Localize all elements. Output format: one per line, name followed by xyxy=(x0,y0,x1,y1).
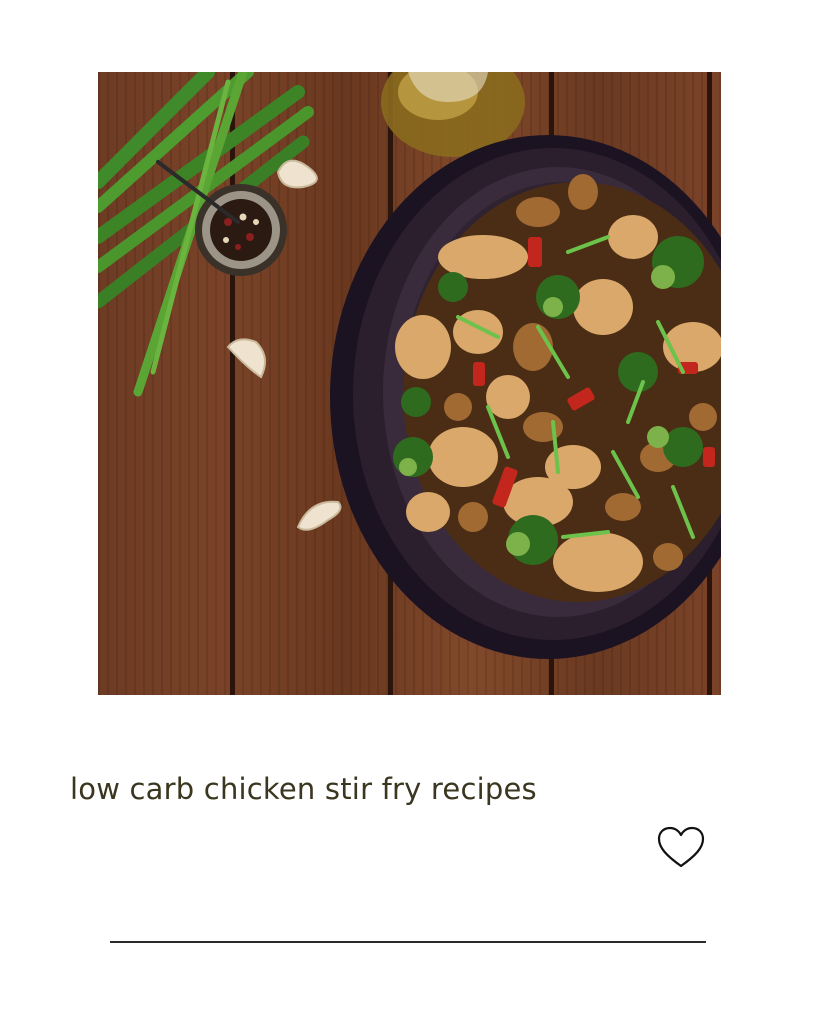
recipe-card: low carb chicken stir fry recipes xyxy=(0,0,819,1024)
recipe-title[interactable]: low carb chicken stir fry recipes xyxy=(70,772,537,806)
heart-outline-icon xyxy=(656,826,706,873)
food-illustration xyxy=(98,72,721,659)
like-button[interactable] xyxy=(656,826,706,870)
divider-line xyxy=(110,941,706,943)
recipe-photo[interactable] xyxy=(98,72,721,695)
